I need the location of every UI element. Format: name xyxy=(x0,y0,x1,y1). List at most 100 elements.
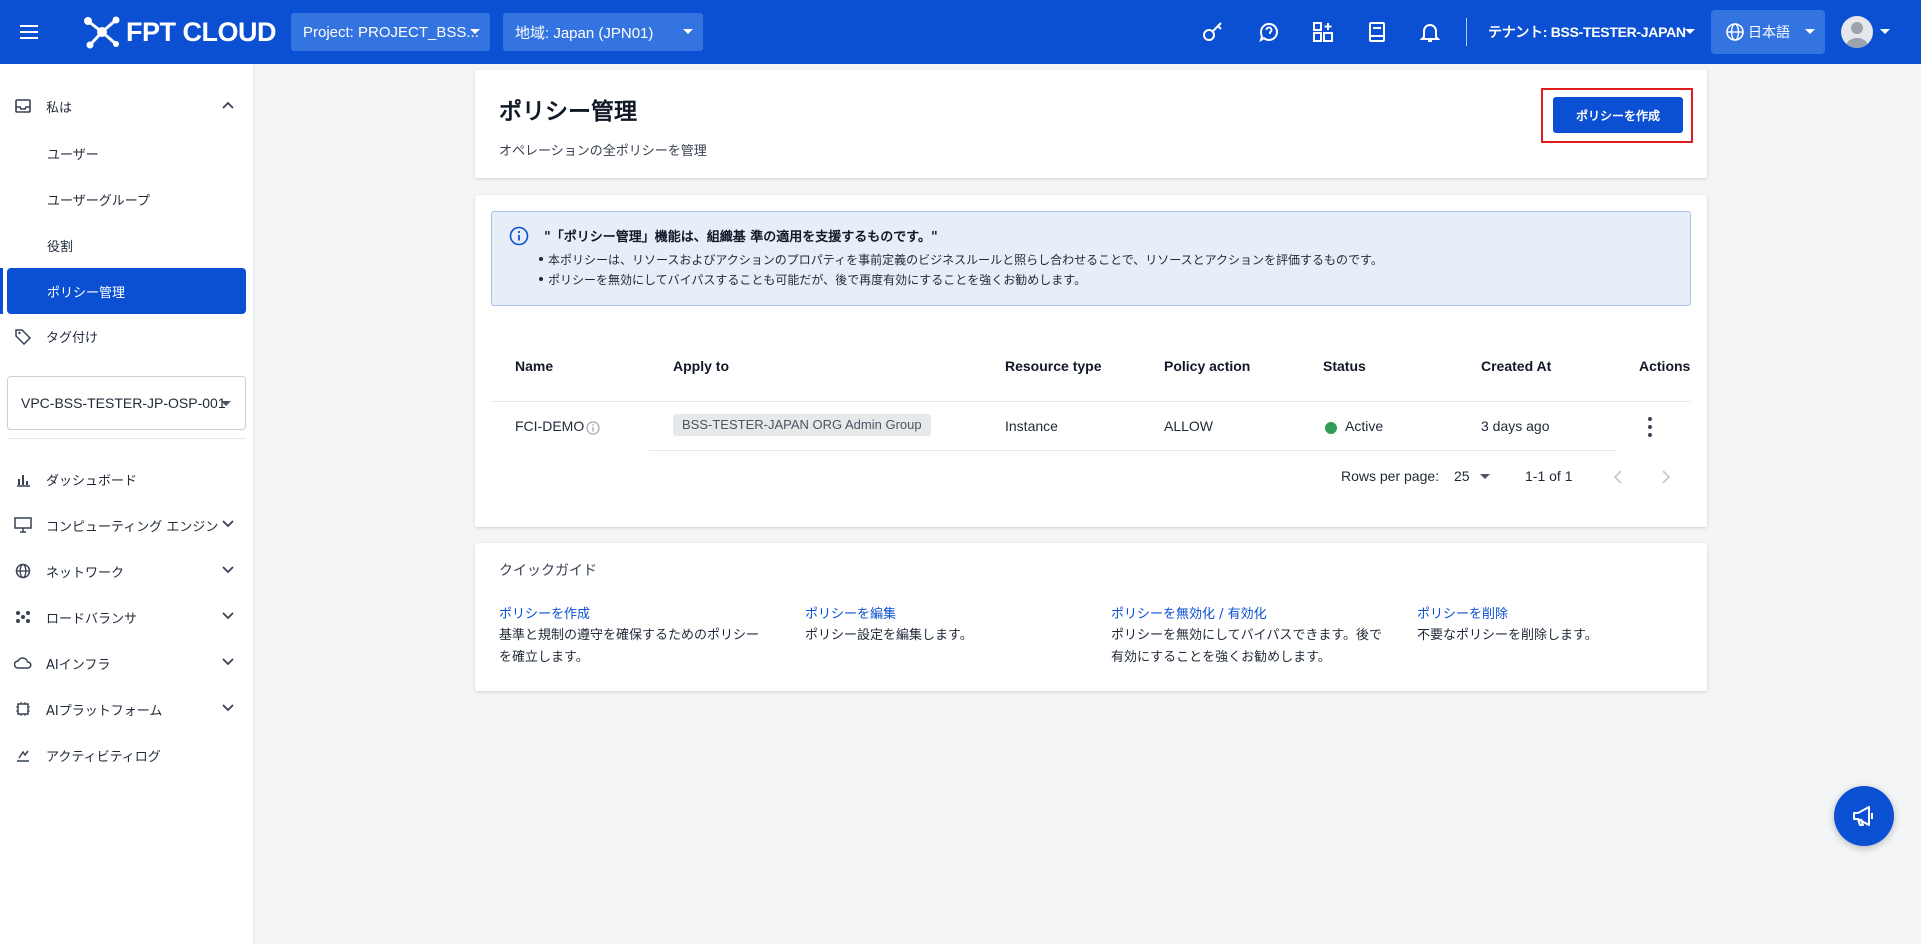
key-icon[interactable] xyxy=(1201,20,1225,44)
chevron-down-icon xyxy=(222,704,234,712)
menu-icon[interactable] xyxy=(0,0,58,64)
tenant-selector[interactable]: テナント: BSS-TESTER-JAPAN xyxy=(1488,22,1686,42)
sidebar-item-activity-log[interactable]: アクティビティログ xyxy=(0,735,254,775)
guide-link-delete[interactable]: ポリシーを削除 xyxy=(1417,603,1508,622)
status-dot xyxy=(1325,422,1337,434)
rows-per-page-value: 25 xyxy=(1454,468,1470,484)
region-select[interactable]: 地域: Japan (JPN01) xyxy=(503,13,703,51)
prev-page-icon[interactable] xyxy=(1613,470,1623,484)
info-title: "「ポリシー管理」機能は、組織基 準の適用を支援するものです。" xyxy=(544,230,938,245)
docs-icon[interactable] xyxy=(1365,20,1389,44)
next-page-icon[interactable] xyxy=(1661,470,1671,484)
rows-per-page-label: Rows per page: xyxy=(1341,468,1440,484)
region-select-value: 地域: Japan (JPN01) xyxy=(515,24,654,42)
active-indicator xyxy=(0,268,3,314)
chevron-down-icon xyxy=(683,29,693,34)
chevron-up-icon xyxy=(222,101,234,109)
info-banner: "「ポリシー管理」機能は、組織基 準の適用を支援するものです。" 本ポリシーは、… xyxy=(491,211,1691,306)
policy-name[interactable]: FCI-DEMO xyxy=(515,418,584,434)
announcement-button[interactable] xyxy=(1834,786,1894,846)
chevron-down-icon[interactable] xyxy=(1880,29,1890,34)
guide-link-toggle[interactable]: ポリシーを無効化 / 有効化 xyxy=(1111,603,1267,622)
table-divider xyxy=(491,401,1691,402)
chevron-down-icon xyxy=(222,566,234,574)
create-policy-button[interactable]: ポリシーを作成 xyxy=(1553,97,1683,133)
monitor-icon xyxy=(14,516,32,534)
chevron-down-icon xyxy=(470,29,480,34)
vpc-select-value: VPC-BSS-TESTER-JP-OSP-001 xyxy=(21,395,226,411)
cloud-icon xyxy=(14,654,32,672)
sidebar-item-label: コンピューティング エンジン xyxy=(46,519,219,535)
more-actions-icon[interactable] xyxy=(1647,417,1653,437)
apply-to-chip: BSS-TESTER-JAPAN ORG Admin Group xyxy=(673,414,931,436)
sidebar-item-label: AIプラットフォーム xyxy=(46,703,163,719)
info-icon xyxy=(509,226,529,246)
sidebar-item-compute-engine[interactable]: コンピューティング エンジン xyxy=(0,505,254,545)
sidebar-item-tagging[interactable]: タグ付け xyxy=(0,316,254,356)
sidebar-item-load-balancer[interactable]: ロードバランサ xyxy=(0,597,254,637)
inbox-icon xyxy=(14,97,32,115)
bell-icon[interactable] xyxy=(1418,20,1442,44)
activity-icon xyxy=(14,746,32,764)
project-select[interactable]: Project: PROJECT_BSS... xyxy=(291,13,490,51)
chevron-down-icon[interactable] xyxy=(1685,29,1695,34)
guide-link-create[interactable]: ポリシーを作成 xyxy=(499,603,590,622)
chevron-down-icon xyxy=(1805,29,1815,34)
sidebar-item-label: ネットワーク xyxy=(46,565,125,581)
column-header-status[interactable]: Status xyxy=(1323,358,1366,374)
quick-guide-card: クイックガイド ポリシーを作成 基準と規制の遵守を確保するためのポリシーを確立し… xyxy=(475,543,1707,691)
chip-icon xyxy=(14,700,32,718)
brand-name: FPT CLOUD xyxy=(126,16,277,47)
policy-table-card: "「ポリシー管理」機能は、組織基 準の適用を支援するものです。" 本ポリシーは、… xyxy=(475,195,1707,527)
sidebar-item-dashboard[interactable]: ダッシュボード xyxy=(0,459,254,499)
brand-logo[interactable]: FPT CLOUD xyxy=(82,15,277,49)
sidebar: 私は ユーザー ユーザーグループ 役割 ポリシー管理 タグ付け VPC-BSS-… xyxy=(0,64,254,944)
topbar-divider xyxy=(1466,18,1467,46)
column-header-apply-to[interactable]: Apply to xyxy=(673,358,729,374)
guide-desc: ポリシーを無効にしてバイパスできます。後で有効にすることを強くお勧めします。 xyxy=(1111,628,1383,665)
info-bullet: 本ポリシーは、リソースおよびアクションのプロパティを事前定義のビジネスルールと照… xyxy=(539,253,1383,267)
vpc-select[interactable]: VPC-BSS-TESTER-JP-OSP-001 xyxy=(7,376,246,430)
sidebar-item-policy-management[interactable]: ポリシー管理 xyxy=(7,268,246,314)
avatar[interactable] xyxy=(1841,16,1873,48)
support-icon[interactable] xyxy=(1257,20,1281,44)
sidebar-item-network[interactable]: ネットワーク xyxy=(0,551,254,591)
apps-icon[interactable] xyxy=(1311,20,1335,44)
quick-guide-title: クイックガイド xyxy=(499,563,597,579)
guide-desc: 不要なポリシーを削除します。 xyxy=(1417,628,1598,643)
resource-type: Instance xyxy=(1005,418,1058,434)
logo-mark-icon xyxy=(84,16,120,49)
info-icon[interactable] xyxy=(586,421,600,435)
sidebar-item-label: ダッシュボード xyxy=(46,473,138,489)
chevron-down-icon xyxy=(221,401,231,406)
created-at: 3 days ago xyxy=(1481,418,1550,434)
load-balancer-icon xyxy=(14,608,32,626)
language-select[interactable]: 日本語 xyxy=(1711,10,1825,54)
rows-per-page-select[interactable]: 25 xyxy=(1454,468,1490,484)
project-select-value: Project: PROJECT_BSS... xyxy=(303,23,479,41)
sidebar-item-roles[interactable]: 役割 xyxy=(47,236,73,255)
info-bullet: ポリシーを無効にしてバイパスすることも可能だが、後で再度有効にすることを強くお勧… xyxy=(538,273,1087,287)
sidebar-item-label: AIインフラ xyxy=(46,657,111,673)
sidebar-item-ai-infra[interactable]: AIインフラ xyxy=(0,643,254,683)
divider xyxy=(7,438,246,439)
sidebar-item-ai-platform[interactable]: AIプラットフォーム xyxy=(0,689,254,729)
policy-action: ALLOW xyxy=(1164,418,1214,434)
column-header-policy-action[interactable]: Policy action xyxy=(1164,358,1250,374)
column-header-resource-type[interactable]: Resource type xyxy=(1005,358,1101,374)
pagination-range: 1-1 of 1 xyxy=(1525,468,1573,484)
megaphone-icon xyxy=(1853,806,1873,826)
sidebar-item-users[interactable]: ユーザー xyxy=(47,144,99,163)
guide-link-edit[interactable]: ポリシーを編集 xyxy=(805,603,896,622)
sidebar-item-label: タグ付け xyxy=(46,330,99,346)
sidebar-section-iam[interactable]: 私は xyxy=(0,86,254,126)
column-header-created-at[interactable]: Created At xyxy=(1481,358,1551,374)
sidebar-item-label: ロードバランサ xyxy=(46,611,138,627)
column-header-actions: Actions xyxy=(1639,358,1691,374)
globe-icon xyxy=(1726,23,1744,41)
sidebar-item-user-groups[interactable]: ユーザーグループ xyxy=(47,190,150,209)
chevron-down-icon xyxy=(222,520,234,528)
page-title: ポリシー管理 xyxy=(499,99,637,125)
column-header-name[interactable]: Name xyxy=(515,358,553,374)
sidebar-item-label: アクティビティログ xyxy=(46,749,161,765)
